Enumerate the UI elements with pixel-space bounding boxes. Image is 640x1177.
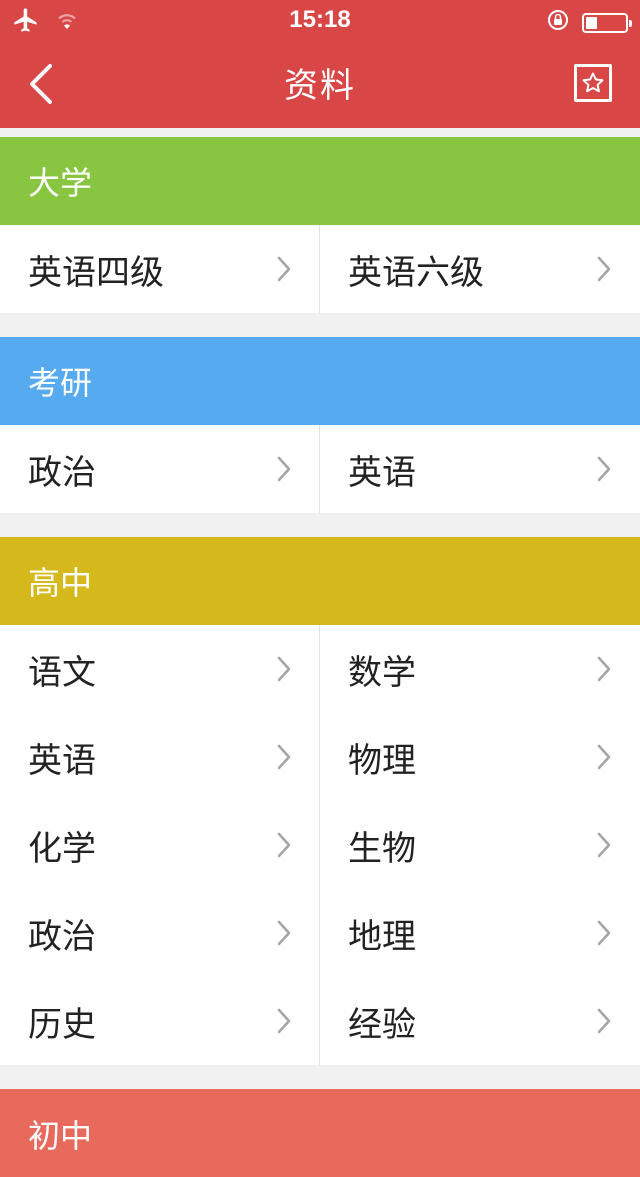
chevron-right-icon — [277, 744, 291, 770]
subject-item[interactable]: 政治 — [0, 425, 320, 513]
subject-label: 政治 — [28, 452, 96, 493]
subject-label: 英语 — [28, 740, 96, 781]
subject-item[interactable]: 政治 — [0, 889, 320, 977]
subject-label: 生物 — [348, 828, 416, 869]
subject-item[interactable]: 历史 — [0, 977, 320, 1065]
subject-item[interactable]: 生物 — [320, 801, 640, 889]
subject-item[interactable]: 语文 — [0, 625, 320, 713]
chevron-right-icon — [277, 832, 291, 858]
subject-label: 数学 — [348, 652, 416, 693]
chevron-right-icon — [597, 832, 611, 858]
subject-label: 经验 — [348, 1004, 416, 1045]
chevron-right-icon — [597, 656, 611, 682]
subject-label: 政治 — [28, 916, 96, 957]
rotation-lock-icon — [546, 8, 570, 38]
subject-item[interactable]: 英语 — [320, 425, 640, 513]
subject-label: 历史 — [28, 1004, 96, 1045]
chevron-right-icon — [597, 256, 611, 282]
chevron-right-icon — [597, 1008, 611, 1034]
subject-item[interactable]: 数学 — [320, 625, 640, 713]
subject-label: 英语 — [348, 452, 416, 493]
chevron-right-icon — [277, 656, 291, 682]
favorite-button[interactable] — [574, 64, 612, 102]
section-header-highschool: 高中 — [0, 537, 640, 625]
status-right — [546, 8, 632, 38]
battery-level — [586, 17, 597, 29]
app-header: 15:18 资料 — [0, 0, 640, 128]
section-header-university: 大学 — [0, 137, 640, 225]
subject-item[interactable]: 地理 — [320, 889, 640, 977]
chevron-right-icon — [277, 920, 291, 946]
chevron-right-icon — [597, 920, 611, 946]
subject-label: 语文 — [28, 652, 96, 693]
chevron-right-icon — [597, 456, 611, 482]
status-time: 15:18 — [289, 6, 351, 33]
subject-label: 地理 — [348, 916, 416, 957]
battery-icon — [582, 13, 632, 33]
subject-item[interactable]: 物理 — [320, 713, 640, 801]
section-header-middleschool: 初中 — [0, 1089, 640, 1177]
chevron-right-icon — [277, 256, 291, 282]
subject-item[interactable]: 英语六级 — [320, 225, 640, 313]
section-grid-postgrad: 政治 英语 — [0, 425, 640, 513]
subject-label: 物理 — [348, 740, 416, 781]
subject-item[interactable]: 经验 — [320, 977, 640, 1065]
star-icon — [582, 72, 604, 93]
subject-label: 化学 — [28, 828, 96, 869]
status-bar: 15:18 — [0, 0, 640, 40]
subject-item[interactable]: 化学 — [0, 801, 320, 889]
section-grid-university: 英语四级 英语六级 — [0, 225, 640, 313]
subject-label: 英语四级 — [28, 252, 164, 293]
page-title: 资料 — [284, 66, 356, 106]
section-header-postgrad: 考研 — [0, 337, 640, 425]
subject-item[interactable]: 英语 — [0, 713, 320, 801]
section-grid-highschool: 语文 数学 英语 物理 化学 生物 政治 地理 历史 经验 — [0, 625, 640, 1065]
chevron-right-icon — [597, 744, 611, 770]
chevron-right-icon — [277, 1008, 291, 1034]
subject-label: 英语六级 — [348, 252, 484, 293]
chevron-right-icon — [277, 456, 291, 482]
subject-item[interactable]: 英语四级 — [0, 225, 320, 313]
